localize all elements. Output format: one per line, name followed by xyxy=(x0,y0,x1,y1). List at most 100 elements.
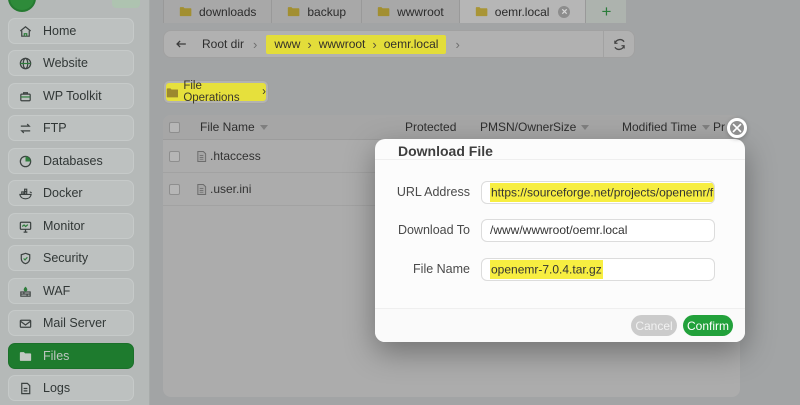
close-icon xyxy=(732,123,742,133)
folder-icon xyxy=(18,349,33,364)
highlighted-value: https://sourceforge.net/projects/openemr… xyxy=(490,183,715,202)
sidebar-item-website[interactable]: Website xyxy=(8,50,134,76)
sidebar-item-files[interactable]: Files xyxy=(8,343,134,369)
refresh-icon xyxy=(612,37,627,52)
breadcrumb-bar: Root dir › www › wwwroot › oemr.local › xyxy=(163,30,635,58)
sort-icon xyxy=(702,125,710,130)
row-checkbox[interactable] xyxy=(169,184,180,195)
file-manager-tabs: downloads backup wwwroot oemr.local + xyxy=(163,0,626,23)
tab-close-icon[interactable] xyxy=(558,6,570,18)
tab-label: oemr.local xyxy=(495,5,550,19)
sidebar-item-label: Security xyxy=(43,251,88,265)
download-file-dialog: Download File URL Address https://source… xyxy=(375,139,745,342)
file-icon xyxy=(196,183,207,196)
chevron-right-icon: › xyxy=(253,37,257,52)
breadcrumb-segment-oemr-local[interactable]: oemr.local xyxy=(384,37,439,51)
url-address-input[interactable]: https://sourceforge.net/projects/openemr… xyxy=(481,181,715,204)
sidebar-item-home[interactable]: Home xyxy=(8,18,134,44)
docker-whale-icon xyxy=(18,186,33,201)
select-all-checkbox[interactable] xyxy=(169,122,180,133)
dialog-footer: Cancel Confirm xyxy=(375,308,745,342)
dialog-title: Download File xyxy=(398,143,493,159)
sidebar-item-waf[interactable]: WAF xyxy=(8,278,134,304)
transfer-arrows-icon xyxy=(18,121,33,136)
tab-oemr-local[interactable]: oemr.local xyxy=(460,0,587,23)
chevron-right-icon: › xyxy=(372,37,376,52)
mail-icon xyxy=(18,316,33,331)
file-name-input[interactable]: openemr-7.0.4.tar.gz xyxy=(481,258,715,281)
dialog-close-button[interactable] xyxy=(727,118,747,138)
back-arrow-icon[interactable] xyxy=(174,37,188,51)
chevron-right-icon: › xyxy=(262,86,266,98)
file-operations-button[interactable]: File Operations › xyxy=(163,80,269,104)
add-tab-button[interactable]: + xyxy=(586,0,626,23)
highlighted-value: openemr-7.0.4.tar.gz xyxy=(490,260,603,279)
sidebar-item-label: Home xyxy=(43,24,76,38)
sidebar-item-monitor[interactable]: Monitor xyxy=(8,213,134,239)
tab-backup[interactable]: backup xyxy=(272,0,362,23)
row-checkbox[interactable] xyxy=(169,151,180,162)
home-icon xyxy=(18,24,33,39)
sidebar-item-label: Monitor xyxy=(43,219,85,233)
sidebar: Home Website WP Toolkit FTP Databases Do… xyxy=(0,0,150,405)
sort-icon xyxy=(581,125,589,130)
file-name[interactable]: .user.ini xyxy=(210,173,251,206)
sidebar-item-label: Files xyxy=(43,349,69,363)
refresh-button[interactable] xyxy=(603,31,634,57)
tab-downloads[interactable]: downloads xyxy=(163,0,272,23)
url-address-label: URL Address xyxy=(375,181,470,204)
file-name[interactable]: .htaccess xyxy=(210,140,261,173)
sidebar-item-label: FTP xyxy=(43,121,67,135)
shield-icon xyxy=(18,251,33,266)
column-header-file-name[interactable]: File Name xyxy=(200,115,268,140)
sidebar-item-label: Mail Server xyxy=(43,316,106,330)
folder-icon xyxy=(377,6,390,17)
file-icon xyxy=(196,150,207,163)
file-operations-label: File Operations xyxy=(183,80,257,104)
file-name-label: File Name xyxy=(375,258,470,281)
sidebar-item-databases[interactable]: Databases xyxy=(8,148,134,174)
column-header-pmsn-owner: PMSN/Owner xyxy=(480,115,553,140)
document-icon xyxy=(18,381,33,396)
folder-icon xyxy=(475,6,488,17)
chevron-right-icon: › xyxy=(307,37,311,52)
breadcrumb-segment-www[interactable]: www xyxy=(274,37,300,51)
folder-icon xyxy=(287,6,300,17)
download-to-input[interactable]: /www/wwwroot/oemr.local xyxy=(481,219,715,242)
sidebar-collapse-button[interactable] xyxy=(112,0,140,8)
monitor-icon xyxy=(18,219,33,234)
sidebar-item-label: Website xyxy=(43,56,88,70)
column-header-pr: Pr xyxy=(713,115,725,140)
chevron-right-icon: › xyxy=(455,37,459,52)
sidebar-item-wp-toolkit[interactable]: WP Toolkit xyxy=(8,83,134,109)
column-header-modified-time[interactable]: Modified Time xyxy=(622,115,710,140)
sidebar-item-label: Logs xyxy=(43,381,70,395)
pie-chart-icon xyxy=(18,154,33,169)
sidebar-item-docker[interactable]: Docker xyxy=(8,180,134,206)
sidebar-item-label: WAF xyxy=(43,284,70,298)
sidebar-item-ftp[interactable]: FTP xyxy=(8,115,134,141)
tab-label: backup xyxy=(307,5,346,19)
cancel-button[interactable]: Cancel xyxy=(631,315,677,336)
firewall-icon xyxy=(18,284,33,299)
input-value: /www/wwwroot/oemr.local xyxy=(490,223,627,237)
tab-wwwroot[interactable]: wwwroot xyxy=(362,0,460,23)
globe-icon xyxy=(18,56,33,71)
divider xyxy=(375,159,745,160)
breadcrumb-highlight: www › wwwroot › oemr.local xyxy=(266,35,446,54)
folder-icon xyxy=(166,87,178,98)
sidebar-item-security[interactable]: Security xyxy=(8,245,134,271)
briefcase-icon xyxy=(18,89,33,104)
column-header-size[interactable]: Size xyxy=(553,115,589,140)
folder-icon xyxy=(179,6,192,17)
breadcrumb-segment-wwwroot[interactable]: wwwroot xyxy=(319,37,366,51)
tab-label: downloads xyxy=(199,5,256,19)
app-logo xyxy=(8,0,36,12)
sidebar-item-mail-server[interactable]: Mail Server xyxy=(8,310,134,336)
sidebar-item-logs[interactable]: Logs xyxy=(8,375,134,401)
confirm-button[interactable]: Confirm xyxy=(683,315,733,336)
download-to-label: Download To xyxy=(375,219,470,242)
file-operations-highlight: File Operations › xyxy=(166,83,266,101)
sidebar-item-label: Databases xyxy=(43,154,103,168)
breadcrumb-root[interactable]: Root dir xyxy=(202,37,244,51)
